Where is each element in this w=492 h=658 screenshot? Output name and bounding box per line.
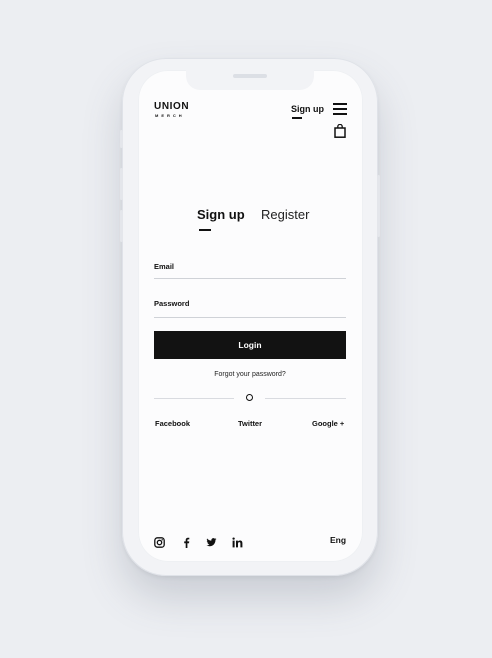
facebook-icon[interactable] (181, 535, 192, 548)
login-button[interactable]: Login (154, 331, 346, 359)
phone-side-button (120, 130, 123, 148)
phone-power-button (377, 175, 380, 237)
tab-register[interactable]: Register (261, 207, 309, 222)
forgot-password-link[interactable]: Forgot your password? (154, 371, 346, 378)
shopping-bag-icon[interactable] (334, 123, 346, 138)
language-selector[interactable]: Eng (330, 535, 346, 545)
password-underline (154, 317, 346, 318)
email-field[interactable] (154, 265, 346, 277)
divider-left (154, 398, 234, 399)
tab-signup[interactable]: Sign up (197, 207, 245, 222)
divider-circle-icon (246, 394, 253, 401)
twitter-icon[interactable] (206, 535, 217, 547)
phone-screen (138, 70, 363, 562)
active-tab-indicator (199, 229, 211, 231)
hamburger-icon[interactable] (333, 103, 347, 115)
brand-logo[interactable]: UNION (154, 101, 189, 112)
facebook-login-button[interactable]: Facebook (155, 419, 190, 428)
phone-volume-down (120, 210, 123, 242)
header-signup-underline (292, 117, 302, 119)
phone-notch (186, 70, 314, 90)
linkedin-icon[interactable] (232, 535, 243, 548)
google-login-button[interactable]: Google + (312, 419, 344, 428)
divider-right (265, 398, 346, 399)
brand-sub: MERCH (155, 113, 185, 118)
instagram-icon[interactable] (154, 535, 165, 548)
phone-speaker (233, 74, 267, 78)
twitter-login-button[interactable]: Twitter (238, 419, 262, 428)
phone-volume-up (120, 168, 123, 200)
password-field[interactable] (154, 303, 346, 315)
email-underline (154, 278, 346, 279)
header-signup-link[interactable]: Sign up (291, 104, 324, 114)
